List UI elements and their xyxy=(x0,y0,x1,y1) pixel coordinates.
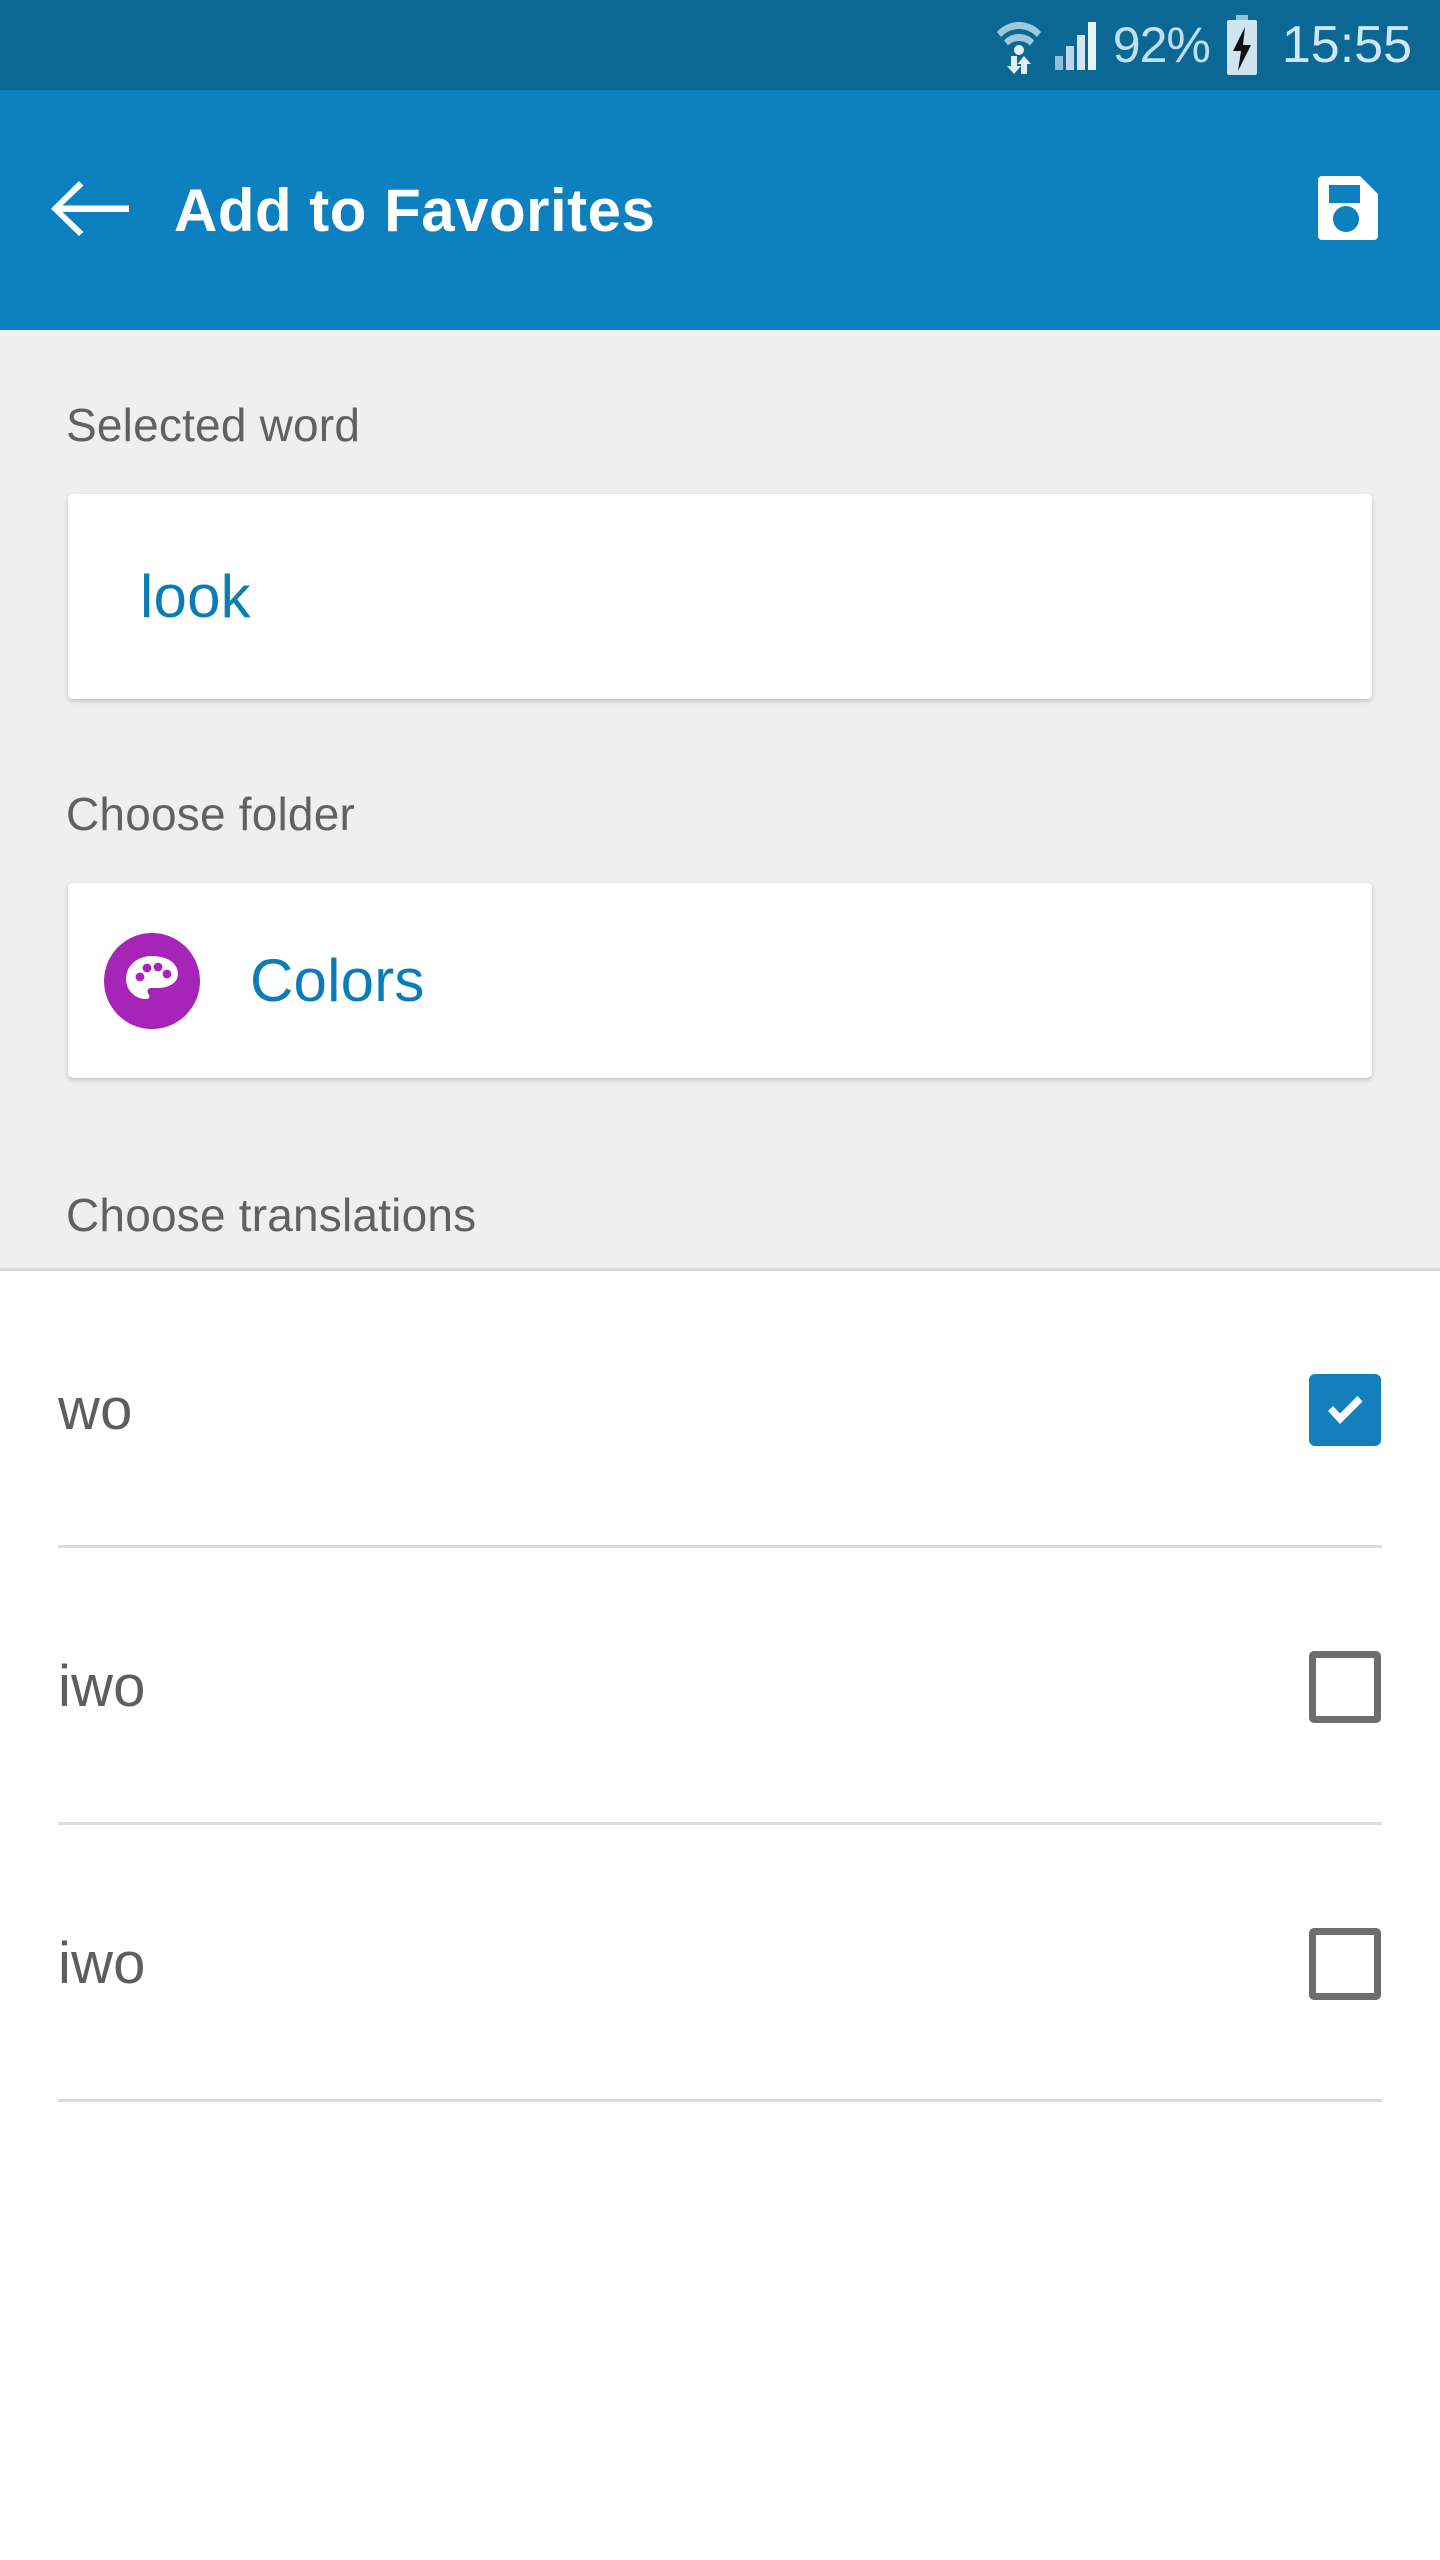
list-item[interactable]: iwo xyxy=(0,1548,1440,1825)
save-button[interactable] xyxy=(1296,160,1396,260)
translation-label: iwo xyxy=(58,1931,146,1996)
translations-list: wo iwo iwo xyxy=(0,1268,1440,2560)
translation-label: wo xyxy=(58,1377,133,1442)
status-bar: 92% 15:55 xyxy=(0,0,1440,90)
translation-checkbox-checked[interactable] xyxy=(1308,1373,1382,1447)
checkbox-checked-icon xyxy=(1309,1373,1381,1446)
selected-word-value: look xyxy=(140,563,251,630)
selected-word-label: Selected word xyxy=(66,399,361,451)
status-clock: 15:55 xyxy=(1281,16,1412,74)
page-title: Add to Favorites xyxy=(174,176,656,244)
palette-icon xyxy=(104,932,200,1029)
back-button[interactable] xyxy=(44,165,134,255)
choose-folder-label: Choose folder xyxy=(66,788,355,840)
choose-folder-card[interactable]: Colors xyxy=(68,883,1372,1078)
cellular-signal-icon xyxy=(1054,20,1099,70)
list-item[interactable]: wo xyxy=(0,1271,1440,1548)
battery-charging-icon xyxy=(1224,15,1260,75)
choose-translations-label: Choose translations xyxy=(66,1189,477,1241)
selected-word-card[interactable]: look xyxy=(68,494,1372,699)
checkbox-unchecked-icon xyxy=(1309,1927,1381,2000)
app-bar: Add to Favorites xyxy=(0,90,1440,330)
checkbox-unchecked-icon xyxy=(1309,1650,1381,1723)
translation-checkbox-unchecked[interactable] xyxy=(1308,1927,1382,2001)
wifi-data-transfer-icon xyxy=(996,16,1041,74)
arrow-left-icon xyxy=(49,177,129,244)
content-area: Selected word look Choose folder Colors … xyxy=(0,330,1440,1268)
folder-name: Colors xyxy=(250,947,425,1014)
floppy-disk-save-icon xyxy=(1310,172,1382,249)
battery-percent-label: 92% xyxy=(1112,17,1211,73)
translation-checkbox-unchecked[interactable] xyxy=(1308,1650,1382,1724)
row-divider xyxy=(58,2099,1382,2102)
translation-label: iwo xyxy=(58,1654,146,1719)
list-item[interactable]: iwo xyxy=(0,1825,1440,2102)
